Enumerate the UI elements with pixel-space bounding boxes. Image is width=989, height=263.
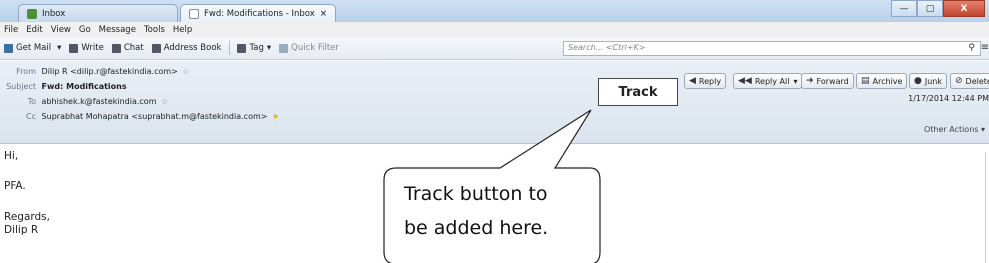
address-book-label: Address Book: [163, 43, 222, 53]
delete-label: Delete: [965, 76, 989, 86]
body-line: Dilip R: [4, 224, 39, 236]
tab-close-icon[interactable]: ×: [320, 9, 327, 19]
body-line: Regards,: [4, 211, 50, 223]
message-date: 1/17/2014 12:44 PM: [908, 94, 989, 103]
search-input[interactable]: Search... <Ctrl+K> ⚲: [563, 41, 981, 56]
reply-all-button[interactable]: ◀◀ Reply All ▾: [733, 73, 803, 89]
tag-label: Tag: [249, 43, 264, 53]
junk-label: Junk: [924, 76, 942, 86]
reply-all-icon: ◀◀: [738, 76, 752, 86]
delete-button[interactable]: ⊘ Delete: [950, 73, 989, 89]
tab-message[interactable]: Fwd: Modifications - Inbox ×: [180, 4, 336, 22]
search-placeholder: Search... <Ctrl+K>: [568, 43, 646, 52]
get-mail-label: Get Mail: [16, 43, 52, 53]
close-button[interactable]: X: [943, 0, 985, 17]
app-menu-icon[interactable]: ≡: [981, 42, 989, 53]
address-book-button[interactable]: Address Book: [151, 43, 222, 53]
reply-all-dropdown-icon[interactable]: ▾: [793, 77, 797, 86]
chat-icon: [111, 43, 121, 53]
quick-filter-button[interactable]: Quick Filter: [279, 43, 339, 53]
get-mail-dropdown-icon[interactable]: ▾: [57, 43, 61, 53]
body-line: PFA.: [4, 180, 26, 192]
tag-icon: [237, 43, 247, 53]
star-icon[interactable]: ☆: [161, 97, 168, 106]
forward-icon: ➜: [806, 76, 814, 86]
scrollbar[interactable]: [985, 152, 989, 263]
address-book-icon: [151, 43, 161, 53]
menu-message[interactable]: Message: [99, 25, 136, 35]
from-row: From Dilip R <dilip.r@fastekindia.com> ☆: [0, 67, 189, 76]
archive-button[interactable]: ▤ Archive: [856, 73, 908, 89]
quick-filter-label: Quick Filter: [291, 43, 339, 53]
to-row: To abhishek.k@fastekindia.com ☆: [0, 97, 169, 106]
forward-button[interactable]: ➜ Forward: [801, 73, 854, 89]
main-toolbar: Get Mail ▾ Write Chat Address Book Tag ▾…: [0, 37, 989, 60]
from-value[interactable]: Dilip R <dilip.r@fastekindia.com>: [42, 67, 178, 76]
archive-label: Archive: [872, 76, 903, 86]
tag-button[interactable]: Tag ▾: [237, 43, 271, 53]
subject-label: Subject: [6, 82, 36, 91]
menu-file[interactable]: File: [4, 25, 18, 35]
junk-icon: ●: [914, 76, 922, 86]
reply-button[interactable]: ◀ Reply: [684, 73, 727, 89]
menu-edit[interactable]: Edit: [26, 25, 42, 35]
reply-label: Reply: [698, 76, 722, 86]
search-icon[interactable]: ⚲: [968, 43, 975, 53]
other-actions-menu[interactable]: Other Actions ▾: [924, 125, 985, 134]
to-label: To: [27, 97, 36, 106]
callout-text-line: Track button to: [404, 183, 548, 205]
title-bar: Inbox Fwd: Modifications - Inbox × ⌄ — ▢…: [0, 0, 989, 22]
window-controls: — ▢ X: [891, 0, 985, 17]
reply-icon: ◀: [689, 76, 696, 86]
archive-icon: ▤: [861, 76, 870, 86]
forward-label: Forward: [816, 76, 849, 86]
tab-inbox[interactable]: Inbox: [18, 4, 178, 22]
menu-tools[interactable]: Tools: [144, 25, 165, 35]
message-header: From Dilip R <dilip.r@fastekindia.com> ☆…: [0, 61, 989, 144]
menu-bar: File Edit View Go Message Tools Help: [0, 22, 989, 37]
star-icon[interactable]: ★: [272, 112, 279, 121]
inbox-icon: [27, 8, 37, 19]
write-label: Write: [81, 43, 104, 53]
toolbar-separator: [229, 41, 231, 55]
body-line: Hi,: [4, 150, 19, 162]
cc-label: Cc: [26, 112, 36, 121]
reply-all-label: Reply All: [754, 76, 790, 86]
junk-button[interactable]: ● Junk: [909, 73, 947, 89]
tab-inbox-label: Inbox: [42, 8, 66, 19]
pencil-icon: [69, 43, 79, 53]
to-value[interactable]: abhishek.k@fastekindia.com: [42, 97, 157, 106]
menu-view[interactable]: View: [51, 25, 71, 35]
menu-go[interactable]: Go: [79, 25, 91, 35]
from-label: From: [16, 67, 36, 76]
menu-help[interactable]: Help: [173, 25, 192, 35]
get-mail-button[interactable]: Get Mail ▾: [4, 43, 61, 53]
cc-value[interactable]: Suprabhat Mohapatra <suprabhat.m@fasteki…: [42, 112, 268, 121]
subject-value: Fwd: Modifications: [41, 82, 127, 91]
delete-icon: ⊘: [955, 76, 963, 86]
cc-row: Cc Suprabhat Mohapatra <suprabhat.m@fast…: [0, 112, 279, 121]
filter-icon: [279, 43, 289, 53]
callout-text-line: be added here.: [404, 217, 549, 239]
chat-button[interactable]: Chat: [111, 43, 144, 53]
subject-row: Subject Fwd: Modifications: [0, 82, 127, 91]
maximize-button[interactable]: ▢: [917, 0, 943, 17]
minimize-button[interactable]: —: [891, 0, 917, 17]
write-button[interactable]: Write: [69, 43, 104, 53]
track-button[interactable]: Track: [598, 78, 678, 106]
tag-dropdown-icon: ▾: [266, 43, 272, 53]
download-icon: [4, 43, 13, 53]
chat-label: Chat: [123, 43, 144, 53]
envelope-icon: [189, 8, 199, 19]
tab-message-label: Fwd: Modifications - Inbox: [204, 8, 315, 19]
star-icon[interactable]: ☆: [182, 67, 189, 76]
